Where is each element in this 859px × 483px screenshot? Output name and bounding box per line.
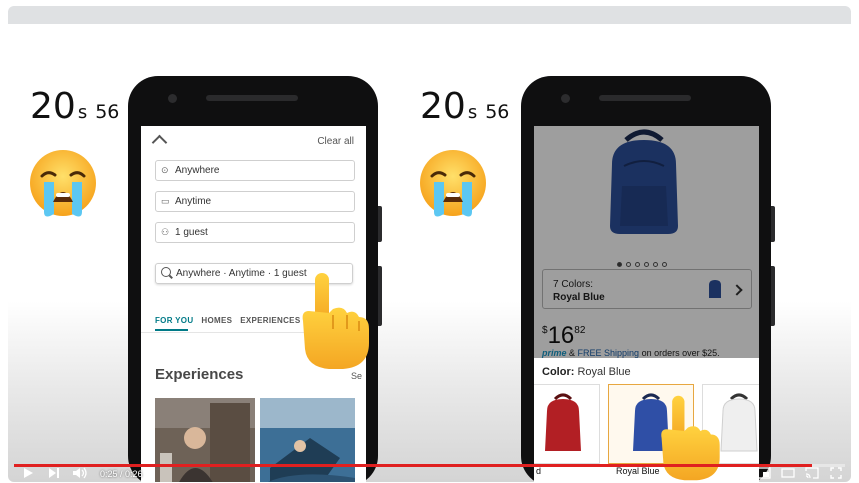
location-pin-icon: ⊙ bbox=[161, 165, 169, 175]
theater-mode-icon[interactable] bbox=[781, 467, 795, 479]
right-timer-small: 56 bbox=[485, 101, 510, 123]
location-field-label: Anywhere bbox=[175, 165, 220, 176]
play-icon[interactable] bbox=[22, 467, 34, 479]
crying-face-icon bbox=[420, 150, 486, 217]
left-timer: 20 s 56 bbox=[30, 86, 119, 127]
color-label: Color: Royal Blue bbox=[542, 366, 631, 378]
calendar-icon: ▭ bbox=[161, 196, 170, 206]
category-tabs: FOR YOU HOMES EXPERIENCES bbox=[155, 316, 308, 325]
guests-field-label: 1 guest bbox=[175, 227, 208, 238]
video-player[interactable]: 20 s 56 Clear all ⊙ Anywhere ▭ Anytime ⚇… bbox=[8, 6, 851, 482]
collapse-icon[interactable] bbox=[151, 134, 168, 151]
search-summary-text: Anywhere · Anytime · 1 guest bbox=[176, 268, 307, 279]
guests-field[interactable]: ⚇ 1 guest bbox=[155, 222, 355, 243]
see-all-link[interactable]: Se bbox=[351, 371, 362, 381]
miniplayer-icon[interactable] bbox=[757, 467, 771, 479]
volume-icon[interactable] bbox=[72, 467, 88, 479]
tab-experiences[interactable]: EXPERIENCES bbox=[240, 316, 300, 325]
guests-icon: ⚇ bbox=[161, 227, 170, 237]
dim-overlay bbox=[534, 126, 759, 358]
top-bar bbox=[8, 6, 851, 24]
left-timer-unit: s bbox=[77, 102, 88, 123]
settings-gear-icon[interactable] bbox=[732, 467, 744, 479]
clear-all-link[interactable]: Clear all bbox=[317, 136, 354, 147]
location-field[interactable]: ⊙ Anywhere bbox=[155, 160, 355, 181]
fullscreen-icon[interactable] bbox=[830, 467, 842, 479]
date-field-label: Anytime bbox=[175, 196, 212, 207]
crying-face-icon bbox=[30, 150, 96, 217]
date-field[interactable]: ▭ Anytime bbox=[155, 191, 355, 212]
right-timer: 20 s 56 bbox=[420, 86, 509, 127]
swatch-red[interactable] bbox=[534, 384, 600, 464]
left-timer-seconds: 20 bbox=[30, 86, 76, 127]
tab-for-you[interactable]: FOR YOU bbox=[155, 316, 193, 325]
time-display: 0:25 / 0:26 bbox=[100, 469, 143, 479]
tab-homes[interactable]: HOMES bbox=[201, 316, 232, 325]
right-phone: 7 Colors: Royal Blue $1682 DONE prime & … bbox=[521, 76, 775, 482]
pointing-hand-icon bbox=[302, 273, 369, 369]
active-tab-indicator bbox=[155, 329, 188, 331]
next-icon[interactable] bbox=[48, 467, 60, 479]
search-icon bbox=[161, 267, 171, 277]
player-controls: 0:25 / 0:26 bbox=[8, 467, 851, 482]
right-timer-seconds: 20 bbox=[420, 86, 466, 127]
left-timer-small: 56 bbox=[95, 101, 120, 123]
right-timer-unit: s bbox=[467, 102, 478, 123]
cast-icon[interactable] bbox=[805, 467, 819, 479]
section-title: Experiences bbox=[155, 366, 244, 383]
